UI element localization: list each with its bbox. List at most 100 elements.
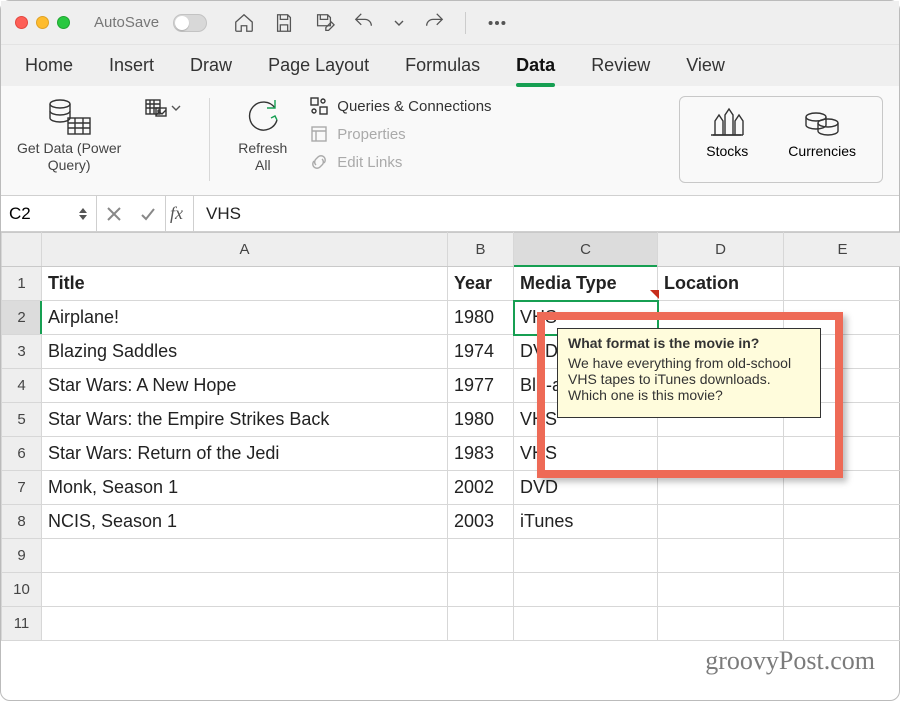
- row-header-8[interactable]: 8: [2, 505, 42, 539]
- cell-B5[interactable]: 1980: [448, 403, 514, 437]
- cell-A6[interactable]: Star Wars: Return of the Jedi: [42, 437, 448, 471]
- cell-B10[interactable]: [448, 573, 514, 607]
- cell-D10[interactable]: [658, 573, 784, 607]
- row-header-4[interactable]: 4: [2, 369, 42, 403]
- comment-title: What format is the movie in?: [568, 335, 810, 351]
- tab-page-layout[interactable]: Page Layout: [268, 55, 369, 86]
- row-header-9[interactable]: 9: [2, 539, 42, 573]
- cell-A4[interactable]: Star Wars: A New Hope: [42, 369, 448, 403]
- row-header-2[interactable]: 2: [2, 301, 42, 335]
- tab-view[interactable]: View: [686, 55, 725, 86]
- spreadsheet-grid[interactable]: A B C D E 1 Title Year Media Type Locati…: [1, 232, 899, 641]
- cancel-formula-button[interactable]: [97, 196, 131, 231]
- titlebar: AutoSave: [1, 1, 899, 45]
- cell-D11[interactable]: [658, 607, 784, 641]
- col-header-D[interactable]: D: [658, 233, 784, 267]
- cell-D1[interactable]: Location: [658, 267, 784, 301]
- select-all-corner[interactable]: [2, 233, 42, 267]
- tab-home[interactable]: Home: [25, 55, 73, 86]
- cell-E7[interactable]: [784, 471, 900, 505]
- tab-formulas[interactable]: Formulas: [405, 55, 480, 86]
- cell-D8[interactable]: [658, 505, 784, 539]
- row-header-5[interactable]: 5: [2, 403, 42, 437]
- cell-C9[interactable]: [514, 539, 658, 573]
- undo-icon[interactable]: [353, 12, 375, 34]
- cell-C1[interactable]: Media Type: [514, 267, 658, 301]
- cell-A8[interactable]: NCIS, Season 1: [42, 505, 448, 539]
- row-header-7[interactable]: 7: [2, 471, 42, 505]
- database-icon: [46, 96, 92, 136]
- accept-formula-button[interactable]: [131, 196, 165, 231]
- queries-connections-button[interactable]: Queries & Connections: [309, 96, 491, 116]
- row-header-11[interactable]: 11: [2, 607, 42, 641]
- cell-A7[interactable]: Monk, Season 1: [42, 471, 448, 505]
- cell-C7[interactable]: DVD: [514, 471, 658, 505]
- tab-data[interactable]: Data: [516, 55, 555, 86]
- from-picture-button[interactable]: [143, 96, 181, 120]
- cell-E9[interactable]: [784, 539, 900, 573]
- cell-B8[interactable]: 2003: [448, 505, 514, 539]
- cell-E1[interactable]: [784, 267, 900, 301]
- cell-D7[interactable]: [658, 471, 784, 505]
- properties-label: Properties: [337, 126, 405, 143]
- close-window-button[interactable]: [15, 16, 28, 29]
- fx-label[interactable]: fx: [166, 196, 194, 231]
- cell-A2[interactable]: Airplane!: [42, 301, 448, 335]
- cell-B6[interactable]: 1983: [448, 437, 514, 471]
- cell-C6[interactable]: VHS: [514, 437, 658, 471]
- currencies-button[interactable]: Currencies: [788, 105, 856, 174]
- cell-B4[interactable]: 1977: [448, 369, 514, 403]
- name-box-stepper[interactable]: [78, 206, 88, 222]
- row-header-6[interactable]: 6: [2, 437, 42, 471]
- col-header-E[interactable]: E: [784, 233, 900, 267]
- refresh-all-button[interactable]: Refresh All: [238, 96, 287, 183]
- cell-B2[interactable]: 1980: [448, 301, 514, 335]
- cell-A3[interactable]: Blazing Saddles: [42, 335, 448, 369]
- stocks-button[interactable]: Stocks: [706, 105, 748, 174]
- minimize-window-button[interactable]: [36, 16, 49, 29]
- col-header-A[interactable]: A: [42, 233, 448, 267]
- save-icon[interactable]: [273, 12, 295, 34]
- cell-E8[interactable]: [784, 505, 900, 539]
- cell-E10[interactable]: [784, 573, 900, 607]
- cell-B1[interactable]: Year: [448, 267, 514, 301]
- cell-E11[interactable]: [784, 607, 900, 641]
- autosave-toggle[interactable]: [173, 14, 207, 32]
- home-icon[interactable]: [233, 12, 255, 34]
- row-header-1[interactable]: 1: [2, 267, 42, 301]
- tab-review[interactable]: Review: [591, 55, 650, 86]
- cell-A1[interactable]: Title: [42, 267, 448, 301]
- cell-A9[interactable]: [42, 539, 448, 573]
- cell-C10[interactable]: [514, 573, 658, 607]
- queries-label: Queries & Connections: [337, 98, 491, 115]
- tab-insert[interactable]: Insert: [109, 55, 154, 86]
- cell-B3[interactable]: 1974: [448, 335, 514, 369]
- undo-dropdown-icon[interactable]: [393, 12, 405, 34]
- cell-C8[interactable]: iTunes: [514, 505, 658, 539]
- save-as-icon[interactable]: [313, 12, 335, 34]
- name-box-value: C2: [9, 204, 31, 224]
- cell-D9[interactable]: [658, 539, 784, 573]
- name-box[interactable]: C2: [1, 196, 97, 231]
- cell-D6[interactable]: [658, 437, 784, 471]
- tab-draw[interactable]: Draw: [190, 55, 232, 86]
- formula-input[interactable]: VHS: [194, 196, 899, 231]
- cell-C11[interactable]: [514, 607, 658, 641]
- maximize-window-button[interactable]: [57, 16, 70, 29]
- ribbon: Get Data (Power Query) Refresh All Queri…: [1, 86, 899, 196]
- get-data-button[interactable]: Get Data (Power Query): [17, 96, 121, 183]
- row-header-10[interactable]: 10: [2, 573, 42, 607]
- cell-B11[interactable]: [448, 607, 514, 641]
- formula-value: VHS: [206, 204, 241, 224]
- redo-icon[interactable]: [423, 12, 445, 34]
- cell-B9[interactable]: [448, 539, 514, 573]
- more-icon[interactable]: [486, 12, 508, 34]
- cell-A5[interactable]: Star Wars: the Empire Strikes Back: [42, 403, 448, 437]
- cell-A10[interactable]: [42, 573, 448, 607]
- col-header-C[interactable]: C: [514, 233, 658, 267]
- cell-E6[interactable]: [784, 437, 900, 471]
- col-header-B[interactable]: B: [448, 233, 514, 267]
- cell-A11[interactable]: [42, 607, 448, 641]
- row-header-3[interactable]: 3: [2, 335, 42, 369]
- cell-B7[interactable]: 2002: [448, 471, 514, 505]
